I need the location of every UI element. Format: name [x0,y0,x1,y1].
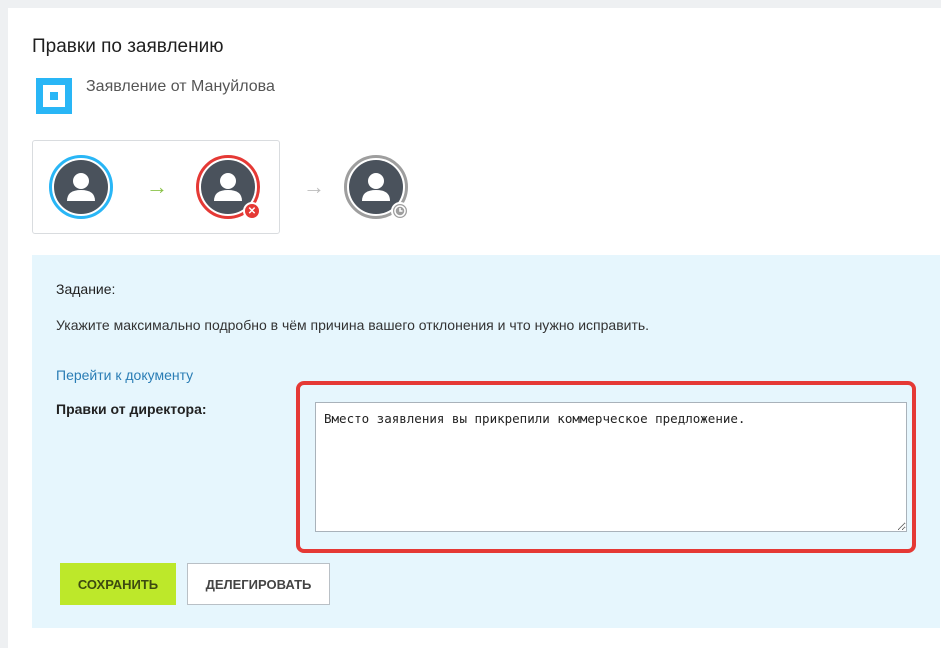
document-title: Заявление от Мануйлова [86,78,275,95]
clock-icon [391,202,409,220]
user-avatar-icon [54,160,108,214]
route-arrow-pending-icon: → [303,174,325,199]
route-step-waiting[interactable] [344,155,409,220]
page-title: Правки по заявлению [32,36,224,57]
route-arrow-done-icon: → [146,174,168,199]
reject-x-icon: ✕ [243,202,261,220]
route-step-rejected[interactable]: ✕ [196,155,261,220]
edits-label: Правки от директора: [56,401,207,417]
delegate-button[interactable]: ДЕЛЕГИРОВАТЬ [187,563,330,605]
task-description: Укажите максимально подробно в чём причи… [56,317,650,333]
content-card: Правки по заявлению Заявление от Мануйло… [8,8,941,648]
go-to-document-link[interactable]: Перейти к документу [56,367,193,383]
document-icon [36,78,72,114]
save-button[interactable]: СОХРАНИТЬ [60,563,176,605]
route-step-approved[interactable] [49,155,113,219]
approval-route: → ✕ → [32,140,409,234]
task-panel: Задание: Укажите максимально подробно в … [32,255,940,628]
director-edits-textarea[interactable]: Вместо заявления вы прикрепили коммерчес… [315,402,907,532]
task-label: Задание: [56,281,116,297]
